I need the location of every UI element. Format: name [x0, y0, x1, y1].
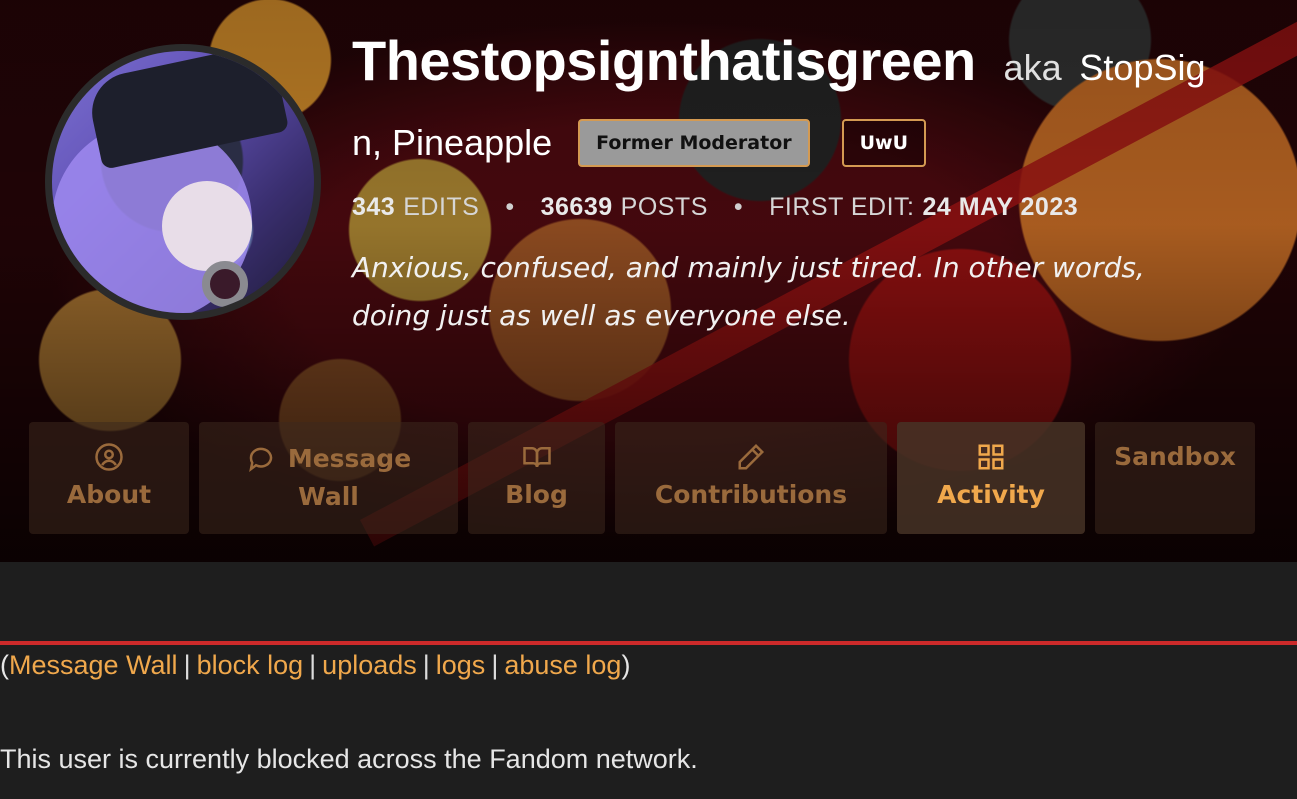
- username: Thestopsignthatisgreen: [352, 29, 976, 92]
- tab-label: Contributions: [654, 480, 848, 509]
- edits-label: EDITS: [403, 193, 480, 221]
- posts-count: 36639: [540, 193, 613, 221]
- link-block-log[interactable]: block log: [197, 650, 304, 680]
- avatar[interactable]: [45, 44, 321, 320]
- blocked-notice: This user is currently blocked across th…: [0, 744, 698, 774]
- paren-close: ): [621, 650, 631, 680]
- edits-count: 343: [352, 193, 396, 221]
- link-separator: |: [183, 650, 191, 680]
- tag-former-moderator[interactable]: Former Moderator: [578, 119, 810, 167]
- tab-label: About: [66, 480, 152, 509]
- user-stats: 343 EDITS • 36639 POSTS • FIRST EDIT: 24…: [352, 193, 1282, 222]
- tab-label: Sandbox: [1114, 442, 1236, 471]
- aka-label: aka: [1003, 47, 1062, 88]
- avatar-face: [162, 181, 252, 271]
- first-edit-label: FIRST EDIT:: [769, 193, 915, 221]
- name-line: Thestopsignthatisgreen aka StopSig: [352, 26, 1282, 103]
- first-edit-date: 24 MAY 2023: [922, 193, 1079, 221]
- link-separator: |: [309, 650, 317, 680]
- avatar-gear: [202, 261, 248, 307]
- aka-names: StopSig: [1079, 47, 1206, 88]
- link-logs[interactable]: logs: [436, 650, 486, 680]
- tab-sandbox[interactable]: Sandbox: [1095, 422, 1255, 534]
- tab-about[interactable]: About: [29, 422, 189, 534]
- user-circle-icon: [95, 443, 123, 471]
- tag-uwu[interactable]: UwU: [841, 119, 927, 167]
- tab-blog[interactable]: Blog: [468, 422, 605, 534]
- paren-open: (: [0, 650, 9, 680]
- tab-label: Wall: [298, 482, 359, 511]
- name-line-2: n, Pineapple Former Moderator UwU: [352, 103, 1282, 183]
- divider-line: [0, 641, 1297, 645]
- tab-message-wall[interactable]: Message Wall: [199, 422, 458, 534]
- tab-message-wall-top: Message: [246, 440, 411, 478]
- link-abuse-log[interactable]: abuse log: [504, 650, 621, 680]
- avatar-hat: [84, 51, 290, 170]
- tab-contributions[interactable]: Contributions: [615, 422, 887, 534]
- stats-separator: •: [733, 193, 744, 221]
- grid-icon: [978, 444, 1004, 470]
- open-book-icon: [522, 447, 551, 468]
- link-separator: |: [422, 650, 430, 680]
- link-separator: |: [491, 650, 499, 680]
- link-message-wall[interactable]: Message Wall: [9, 650, 178, 680]
- bio-line: doing just as well as everyone else.: [352, 299, 851, 332]
- user-bio: Anxious, confused, and mainly just tired…: [352, 244, 1252, 340]
- tab-label: Blog: [505, 480, 568, 509]
- posts-label: POSTS: [620, 193, 708, 221]
- tab-label: Message: [287, 444, 412, 473]
- user-tool-links: (Message Wall | block log | uploads | logs | abu…: [0, 650, 630, 681]
- link-uploads[interactable]: uploads: [322, 650, 417, 680]
- pencil-icon: [738, 443, 765, 470]
- profile-header: Thestopsignthatisgreen aka StopSig n, Pi…: [352, 26, 1282, 340]
- tab-activity[interactable]: Activity: [897, 422, 1085, 534]
- aka-names-continued: n, Pineapple: [352, 122, 553, 163]
- stats-separator: •: [505, 193, 515, 221]
- speech-bubble-icon: [248, 447, 273, 472]
- tab-label: Activity: [937, 480, 1045, 509]
- bio-line: Anxious, confused, and mainly just tired…: [352, 251, 1145, 284]
